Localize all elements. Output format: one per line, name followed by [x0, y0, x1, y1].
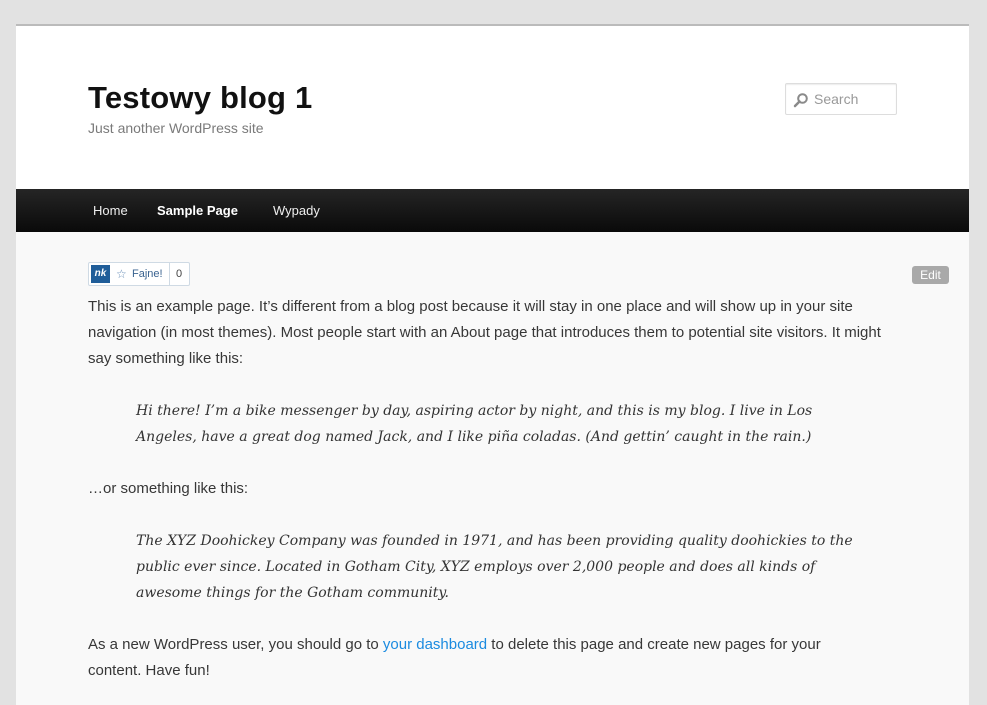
paragraph-dashboard-text-1: As a new WordPress user, you should go t…	[88, 636, 383, 653]
edit-button[interactable]: Edit	[912, 266, 949, 284]
site-title[interactable]: Testowy blog 1	[88, 80, 312, 116]
paragraph-dashboard: As a new WordPress user, you should go t…	[88, 632, 878, 684]
like-divider	[169, 263, 170, 285]
search-input[interactable]	[814, 90, 892, 108]
nav-item-sample-page[interactable]: Sample Page	[157, 203, 238, 218]
page-wrapper: Testowy blog 1 Just another WordPress si…	[16, 24, 969, 705]
star-icon: ☆	[116, 267, 127, 281]
blockquote-2: The XYZ Doohickey Company was founded in…	[136, 533, 853, 601]
site-description: Just another WordPress site	[88, 120, 264, 136]
nk-logo: nk	[91, 265, 110, 283]
nav-item-wypady[interactable]: Wypady	[273, 203, 320, 218]
main-content: nk ☆ Fajne! 0 Edit This is an example pa…	[16, 232, 969, 705]
nav-item-home[interactable]: Home	[93, 203, 128, 218]
nk-like-widget[interactable]: nk ☆ Fajne! 0	[88, 262, 190, 286]
like-button-label[interactable]: Fajne!	[132, 268, 163, 280]
main-navigation: Home Sample Page Wypady	[16, 189, 969, 232]
search-box[interactable]	[785, 83, 897, 115]
blockquote-1: Hi there! I’m a bike messenger by day, a…	[136, 403, 813, 445]
paragraph-or: …or something like this:	[88, 480, 249, 497]
search-icon	[793, 93, 808, 108]
like-count: 0	[176, 268, 183, 280]
paragraph-intro: This is an example page. It’s different …	[88, 298, 881, 367]
dashboard-link[interactable]: your dashboard	[383, 636, 487, 653]
